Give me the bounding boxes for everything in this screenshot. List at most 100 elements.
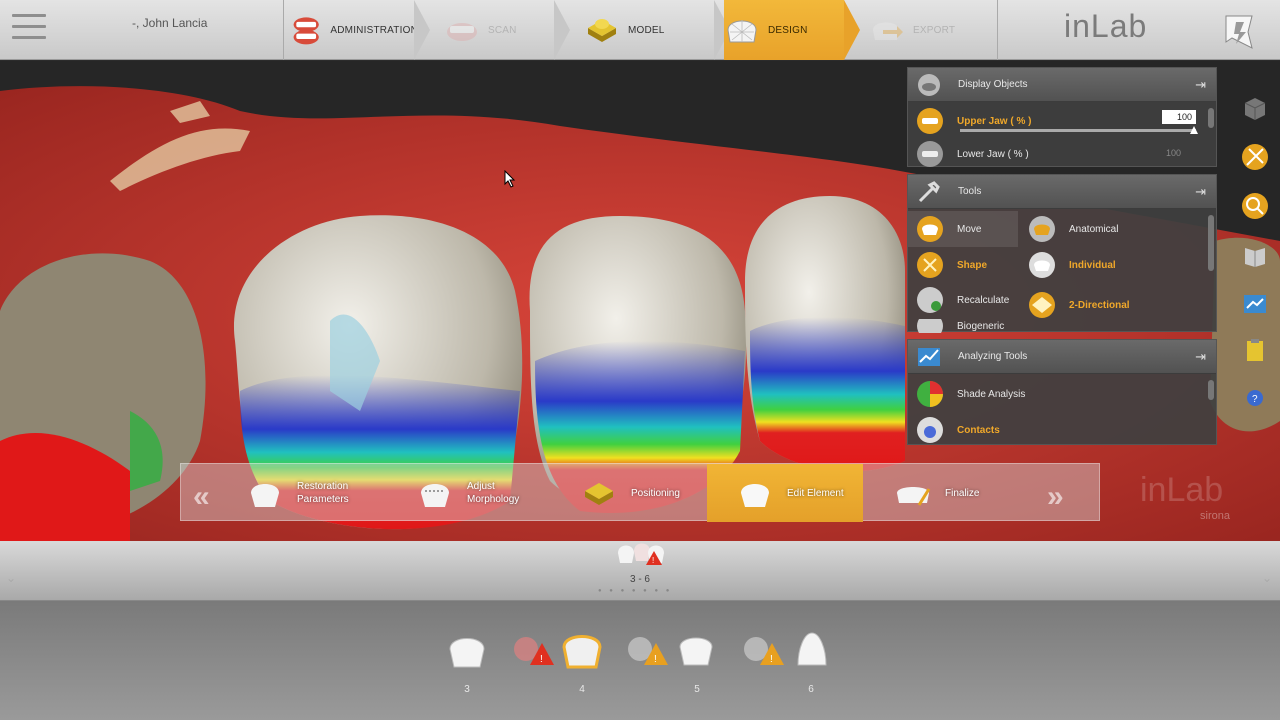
tool-label: Contacts	[957, 424, 1000, 436]
panel-title: Analyzing Tools	[958, 351, 1028, 362]
step-scan[interactable]: SCAN	[444, 0, 554, 60]
workflow-next-icon[interactable]: »	[1047, 480, 1064, 514]
tool-2-directional[interactable]: 2-Directional	[1028, 291, 1198, 319]
upper-jaw-value[interactable]: 100	[1162, 110, 1196, 124]
wf-restoration-parameters[interactable]: Restoration Parameters	[247, 464, 387, 522]
step-separator	[414, 0, 430, 60]
watermark-logo: inLab	[1140, 471, 1223, 509]
panel-scrollbar[interactable]	[1208, 108, 1214, 128]
bridge-restoration-icon[interactable]: !	[614, 535, 670, 571]
step-label: ADMINISTRATION	[330, 24, 418, 36]
tool-move[interactable]: Move	[916, 215, 1016, 243]
crown-mesh-icon	[727, 20, 757, 43]
help-icon[interactable]: ?	[1241, 384, 1269, 412]
shade-analysis-icon	[917, 381, 943, 407]
cut-tool-icon[interactable]	[1241, 143, 1269, 171]
positioning-icon	[585, 483, 613, 505]
tooth-warning-icon[interactable]: !	[622, 631, 670, 671]
tooth-5-icon[interactable]	[676, 631, 716, 669]
step-model[interactable]: MODEL	[584, 0, 714, 60]
tool-label: Individual	[1069, 259, 1116, 271]
inlab-logo: inLab	[1064, 8, 1148, 44]
wf-label: Positioning	[631, 487, 680, 499]
restoration-range: 3 - 6	[629, 574, 650, 585]
library-book-icon[interactable]	[1241, 242, 1269, 270]
move-icon	[917, 216, 943, 242]
tool-individual[interactable]: Individual	[1028, 251, 1198, 279]
screenshot-icon[interactable]	[1241, 290, 1269, 318]
workflow-prev-icon[interactable]: «	[193, 480, 210, 514]
anatomical-icon	[1029, 216, 1055, 242]
tool-label: Anatomical	[1069, 223, 1119, 235]
tool-biogeneric[interactable]: Biogeneric	[916, 319, 1016, 333]
tool-anatomical[interactable]: Anatomical	[1028, 215, 1198, 243]
lower-jaw-row[interactable]: Lower Jaw ( % )	[916, 141, 1206, 167]
wf-label: Finalize	[945, 487, 980, 499]
recalculate-icon	[917, 287, 943, 313]
tooth-warning-icon[interactable]: !	[738, 631, 786, 671]
panel-scrollbar[interactable]	[1208, 380, 1214, 400]
pagination-dots[interactable]: ● ● ● ● ● ● ●	[598, 588, 672, 594]
contacts-icon	[917, 417, 943, 443]
step-label: SCAN	[488, 24, 517, 36]
wf-positioning[interactable]: Positioning	[581, 464, 701, 522]
lower-jaw-value: 100	[1166, 148, 1182, 158]
svg-text:!: !	[770, 654, 773, 665]
sirona-flag-icon[interactable]	[1222, 12, 1256, 50]
tooth-number: 4	[579, 684, 585, 695]
step-label: EXPORT	[913, 24, 956, 36]
wf-adjust-morphology[interactable]: Adjust Morphology	[417, 464, 567, 522]
denture-icon	[293, 17, 319, 45]
finalize-icon	[897, 487, 931, 506]
lower-jaw-icon	[917, 141, 943, 167]
collapse-left-icon[interactable]: ⌄	[6, 571, 16, 585]
inlab-app: -, John Lancia ADMINISTRATION SCAN MODEL…	[0, 0, 1280, 720]
upper-jaw-slider[interactable]	[960, 129, 1196, 132]
tool-label: Shade Analysis	[957, 388, 1026, 400]
individual-icon	[1029, 252, 1055, 278]
tool-label: Shape	[957, 259, 988, 271]
step-export[interactable]: EXPORT	[869, 0, 989, 60]
tools-panel: Tools ⇥ Move Anatomical Shape Individual…	[907, 174, 1217, 333]
tool-shade-analysis[interactable]: Shade Analysis	[916, 380, 1196, 408]
tool-shape[interactable]: Shape	[916, 251, 1016, 279]
tools-header[interactable]: Tools ⇥	[908, 175, 1216, 209]
hamburger-menu-icon[interactable]	[12, 14, 46, 46]
tooth-4-selected-icon[interactable]	[560, 629, 604, 671]
panel-scrollbar[interactable]	[1208, 215, 1214, 271]
analyzing-tools-panel: Analyzing Tools ⇥ Shade Analysis Contact…	[907, 339, 1217, 445]
display-objects-icon	[918, 73, 940, 96]
analyzing-chart-icon	[918, 347, 940, 366]
2-directional-icon	[1029, 292, 1055, 318]
svg-text:!: !	[652, 556, 654, 565]
patient-name: -, John Lancia	[132, 16, 208, 30]
view-cube-icon[interactable]	[1241, 95, 1269, 123]
clipboard-icon[interactable]	[1241, 336, 1269, 364]
tool-contacts[interactable]: Contacts	[916, 416, 1196, 444]
tool-recalculate[interactable]: Recalculate	[916, 286, 1016, 314]
tooth-number: 5	[694, 684, 700, 695]
tooth-6-icon[interactable]	[794, 629, 830, 673]
pin-panel-icon[interactable]: ⇥	[1195, 349, 1206, 365]
lower-jaw-label: Lower Jaw ( % )	[957, 148, 1029, 160]
tool-label: 2-Directional	[1069, 299, 1130, 311]
tool-label: Biogeneric	[957, 320, 1005, 332]
wf-label: Edit Element	[787, 487, 844, 499]
step-design[interactable]: DESIGN	[724, 0, 844, 60]
scan-model-icon	[447, 23, 477, 41]
display-objects-header[interactable]: Display Objects ⇥	[908, 68, 1216, 102]
analyzing-tools-header[interactable]: Analyzing Tools ⇥	[908, 340, 1216, 374]
tooth-3-icon[interactable]	[446, 631, 488, 671]
pin-panel-icon[interactable]: ⇥	[1195, 184, 1206, 200]
design-workflow-bar: « Restoration Parameters Adjust Morphology…	[180, 463, 1100, 522]
collapse-right-icon[interactable]: ⌄	[1262, 571, 1272, 585]
magnify-tool-icon[interactable]	[1241, 192, 1269, 220]
wf-finalize[interactable]: Finalize	[895, 464, 1025, 522]
step-administration[interactable]: ADMINISTRATION	[290, 0, 418, 60]
pin-panel-icon[interactable]: ⇥	[1195, 77, 1206, 93]
wf-edit-element[interactable]: Edit Element	[707, 464, 863, 522]
tooth-number: 3	[464, 684, 470, 695]
tool-label: Move	[957, 223, 982, 235]
slider-thumb[interactable]	[1190, 126, 1198, 134]
tooth-warning-icon[interactable]: !	[508, 631, 556, 671]
